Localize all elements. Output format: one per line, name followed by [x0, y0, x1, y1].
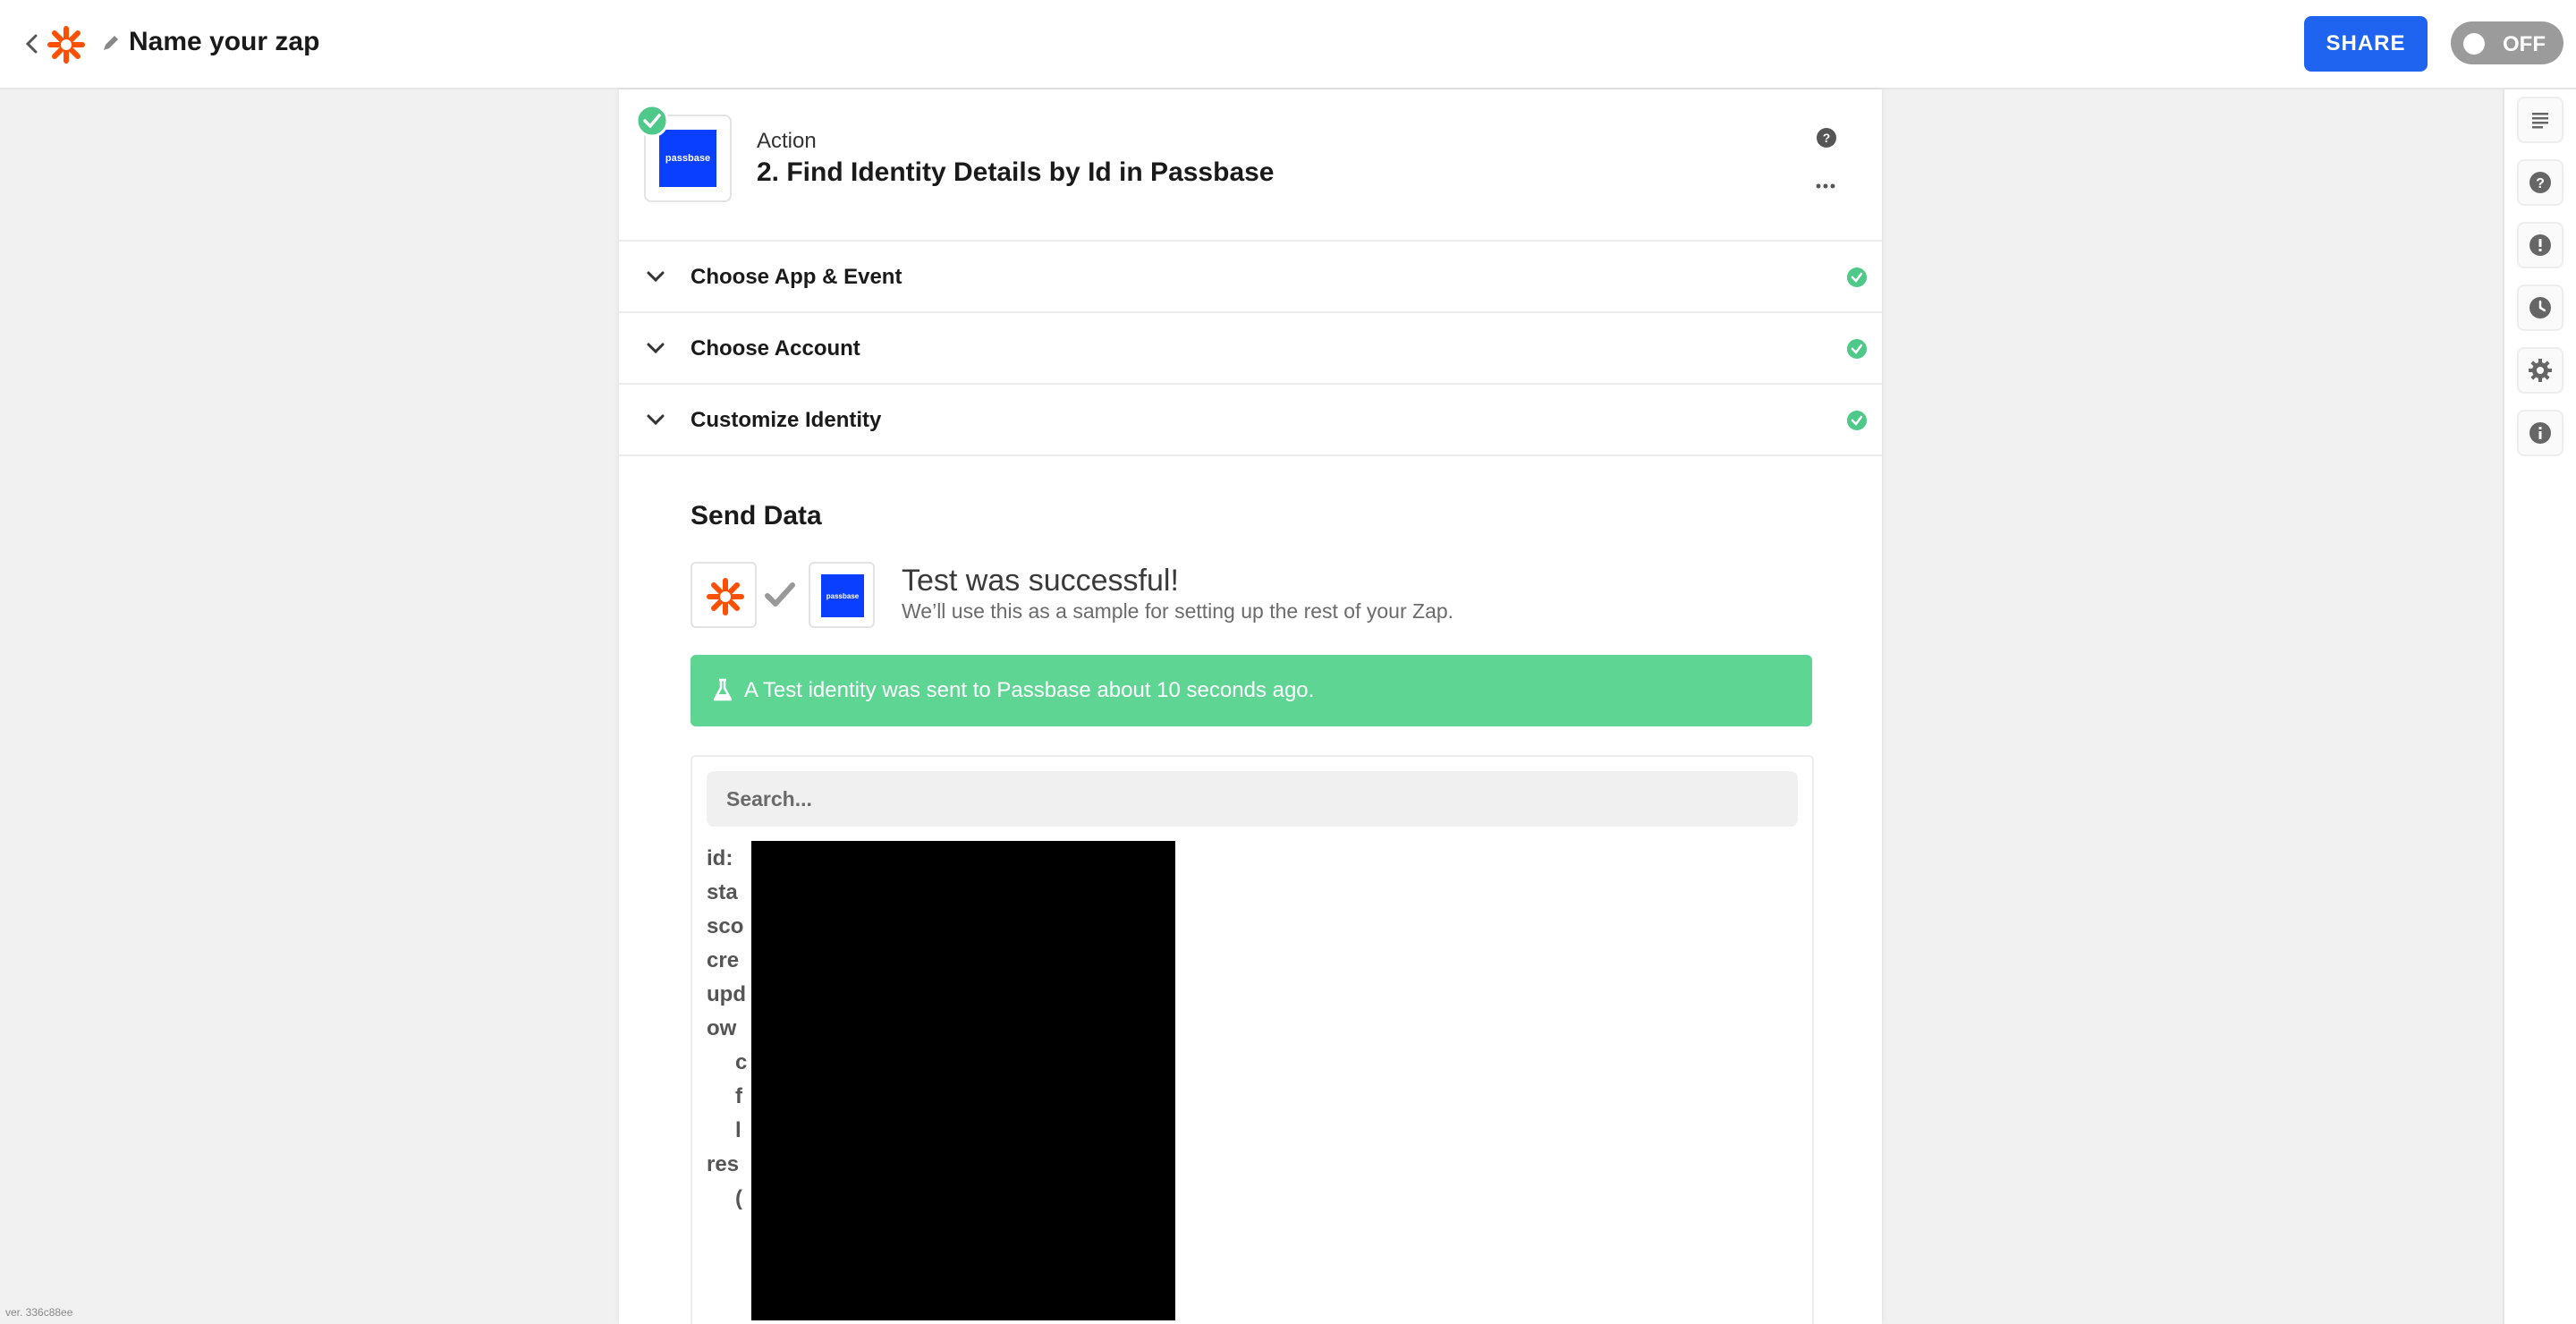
field-key: id: — [707, 846, 733, 870]
section-customize-identity[interactable]: Customize Identity — [619, 386, 1882, 456]
history-button[interactable] — [2517, 284, 2563, 331]
field-key: cre — [707, 948, 740, 972]
svg-text:?: ? — [1823, 131, 1831, 145]
share-button[interactable]: SHARE — [2304, 16, 2428, 72]
passbase-logo: passbase — [821, 574, 864, 617]
chevron-down-icon — [647, 343, 665, 354]
flask-icon — [713, 678, 733, 701]
zap-on-off-toggle[interactable]: OFF — [2451, 21, 2563, 64]
field-key: c — [735, 1050, 748, 1074]
settings-button[interactable] — [2517, 347, 2563, 394]
notes-button[interactable] — [2517, 97, 2563, 143]
step-card: passbase Action 2. Find Identity Details… — [619, 89, 1882, 1324]
passbase-app-tile-small: passbase — [809, 562, 875, 628]
info-button[interactable] — [2517, 410, 2563, 456]
field-key: res — [707, 1152, 740, 1176]
settings-icon — [2529, 359, 2552, 382]
right-rail: ? — [2503, 89, 2576, 1324]
step-type-label: Action — [757, 129, 817, 153]
section-label: Choose Account — [691, 336, 860, 361]
back-chevron-icon[interactable] — [20, 30, 43, 57]
field-key: ow — [707, 1016, 737, 1040]
section-label: Customize Identity — [691, 408, 882, 432]
svg-text:?: ? — [2536, 176, 2545, 191]
help-icon: ? — [2529, 172, 2551, 193]
top-bar: Name your zap SHARE OFF — [0, 0, 2576, 89]
toggle-label: OFF — [2503, 32, 2546, 56]
alerts-button[interactable] — [2517, 222, 2563, 268]
section-complete-check-icon — [1847, 267, 1867, 287]
version-label: ver. 336c88ee — [5, 1306, 73, 1319]
help-button[interactable]: ? — [2517, 159, 2563, 206]
redacted-block — [751, 841, 1175, 1320]
test-success-title: Test was successful! — [902, 564, 1179, 598]
test-sent-banner: A Test identity was sent to Passbase abo… — [691, 655, 1812, 726]
field-key: sco — [707, 914, 744, 938]
more-options-icon[interactable] — [1812, 177, 1839, 195]
field-key: l — [735, 1118, 741, 1142]
test-success-subtitle: We’ll use this as a sample for setting u… — [902, 599, 1454, 623]
section-choose-account[interactable]: Choose Account — [619, 315, 1882, 385]
section-complete-check-icon — [1847, 339, 1867, 359]
search-input[interactable] — [707, 771, 1798, 827]
history-icon — [2529, 297, 2551, 318]
sample-data-panel: id: sta sco cre upd ow c f l res ( — [691, 755, 1814, 1324]
step-complete-check-icon — [635, 104, 669, 138]
field-key: upd — [707, 982, 746, 1006]
notes-icon — [2532, 113, 2548, 129]
alert-icon — [2529, 234, 2551, 256]
field-key: sta — [707, 880, 738, 904]
zap-name-title[interactable]: Name your zap — [129, 27, 319, 57]
chevron-down-icon — [647, 414, 665, 426]
banner-text: A Test identity was sent to Passbase abo… — [744, 678, 1315, 702]
step-help-icon[interactable]: ? — [1816, 127, 1837, 149]
step-title[interactable]: 2. Find Identity Details by Id in Passba… — [757, 157, 1275, 188]
chevron-down-icon — [647, 271, 665, 283]
checkmark-icon — [765, 582, 795, 607]
section-choose-app-event[interactable]: Choose App & Event — [619, 243, 1882, 313]
section-label: Choose App & Event — [691, 265, 902, 289]
send-data-title: Send Data — [691, 501, 822, 530]
step-header: passbase Action 2. Find Identity Details… — [619, 89, 1882, 242]
info-icon — [2529, 422, 2551, 444]
pencil-icon[interactable] — [100, 32, 122, 54]
section-complete-check-icon — [1847, 411, 1867, 430]
zapier-app-tile — [691, 562, 757, 628]
toggle-knob — [2463, 33, 2485, 55]
field-key: f — [735, 1084, 742, 1108]
field-key: ( — [735, 1186, 742, 1210]
zapier-logo-icon[interactable] — [47, 25, 86, 64]
zapier-logo-icon — [707, 578, 744, 615]
passbase-logo: passbase — [659, 130, 716, 187]
